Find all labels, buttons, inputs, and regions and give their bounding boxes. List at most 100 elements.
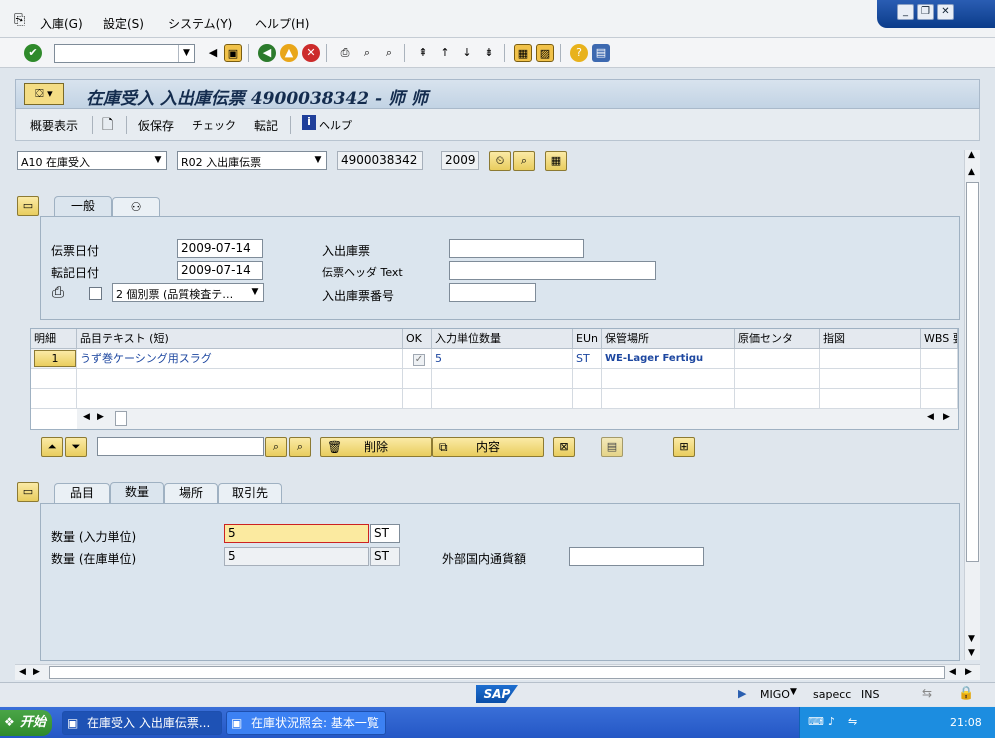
- column-header[interactable]: 品目テキスト (短): [77, 329, 403, 349]
- scroll-left-icon[interactable]: ◀: [949, 667, 956, 677]
- close-icon[interactable]: ✕: [937, 4, 954, 20]
- chevron-down-icon[interactable]: ▼: [310, 152, 326, 169]
- first-page-icon[interactable]: ⇞: [414, 44, 432, 62]
- scroll-right-icon[interactable]: ▶: [33, 667, 40, 677]
- scroll-up-icon[interactable]: ▲: [968, 167, 975, 177]
- unit-cell[interactable]: ST: [573, 349, 602, 369]
- scroll-up-icon[interactable]: ▲: [968, 150, 975, 160]
- task-goods-receipt[interactable]: ▣ 在庫受入 入出庫伝票...: [62, 711, 222, 735]
- bill-number-field[interactable]: [449, 283, 536, 302]
- exit-icon[interactable]: ▲: [280, 44, 298, 62]
- tab-material[interactable]: 品目: [54, 483, 110, 503]
- checkmark-icon[interactable]: ✓: [413, 354, 425, 366]
- help-button[interactable]: ヘルプ: [319, 117, 352, 133]
- collapse-detail-icon[interactable]: ▭: [17, 482, 39, 502]
- line-number-button[interactable]: 1: [34, 350, 76, 367]
- grid-horizontal-scrollbar[interactable]: ◀ ▶ ◀ ▶: [77, 409, 958, 429]
- scroll-down-icon[interactable]: ▼: [968, 634, 975, 644]
- scroll-thumb[interactable]: [115, 411, 127, 426]
- find-next-icon[interactable]: ⌕: [289, 437, 311, 457]
- print-icon[interactable]: ⎙: [336, 44, 354, 62]
- menu-goods-receipt[interactable]: 入庫(G): [40, 15, 83, 32]
- column-header[interactable]: OK: [403, 329, 432, 349]
- order-cell[interactable]: [820, 349, 921, 369]
- add-item-icon[interactable]: ⊞: [673, 437, 695, 457]
- grid-icon[interactable]: ▦: [545, 151, 567, 171]
- scroll-right-icon[interactable]: ▶: [965, 667, 972, 677]
- info-icon[interactable]: i: [302, 115, 316, 130]
- transaction-code[interactable]: MIGO: [760, 688, 790, 701]
- check-button[interactable]: チェック: [192, 117, 236, 133]
- task-stock-overview[interactable]: ▣ 在庫状況照会: 基本一覧: [226, 711, 386, 735]
- chevron-down-icon[interactable]: ▼: [790, 687, 797, 697]
- horizontal-scrollbar[interactable]: ◀ ▶ ◀ ▶: [15, 664, 980, 680]
- help-icon[interactable]: ?: [570, 44, 588, 62]
- print-checkbox[interactable]: [89, 287, 102, 300]
- scroll-right-icon[interactable]: ▶: [943, 412, 950, 422]
- chevron-down-icon[interactable]: ▼: [178, 45, 194, 62]
- post-button[interactable]: 転記: [254, 117, 278, 134]
- column-header[interactable]: 保管場所: [602, 329, 735, 349]
- search-help-icon[interactable]: ⌕: [513, 151, 535, 171]
- ext-amount-field[interactable]: [569, 547, 704, 566]
- clock[interactable]: 21:08: [950, 716, 982, 729]
- cost-center-cell[interactable]: [735, 349, 820, 369]
- previous-page-icon[interactable]: ↑: [436, 44, 454, 62]
- column-header[interactable]: 指図: [820, 329, 921, 349]
- new-document-icon[interactable]: 🗋: [102, 114, 113, 138]
- collapse-header-icon[interactable]: ▭: [17, 196, 39, 216]
- header-text-field[interactable]: [449, 261, 656, 280]
- restore-icon[interactable]: ❐: [917, 4, 934, 20]
- qty-entry-field[interactable]: 5: [224, 524, 369, 543]
- insert-mode[interactable]: INS: [861, 688, 879, 701]
- command-field[interactable]: ▼: [54, 44, 195, 63]
- window-menu-icon[interactable]: ⎘: [14, 12, 25, 28]
- column-header[interactable]: 入力単位数量: [432, 329, 573, 349]
- doc-date-field[interactable]: 2009-07-14: [177, 239, 263, 258]
- row-selector[interactable]: 1: [31, 349, 77, 369]
- back-arrow-icon[interactable]: ◀: [204, 44, 222, 62]
- sort-icon[interactable]: ⏶: [41, 437, 63, 457]
- column-header[interactable]: 原価センタ: [735, 329, 820, 349]
- select-all-icon[interactable]: ⊠: [553, 437, 575, 457]
- layout-menu-icon[interactable]: ▤: [592, 44, 610, 62]
- ok-checkbox-cell[interactable]: ✓: [403, 349, 432, 369]
- year-field[interactable]: 2009: [441, 151, 479, 170]
- quantity-cell[interactable]: 5: [432, 349, 573, 369]
- document-number-field[interactable]: 4900038342: [337, 151, 423, 170]
- wbs-cell[interactable]: [921, 349, 958, 369]
- menu-system[interactable]: システム(Y): [168, 15, 232, 32]
- column-header[interactable]: EUn: [573, 329, 602, 349]
- overview-button[interactable]: 概要表示: [30, 117, 78, 134]
- scroll-left-icon[interactable]: ◀: [19, 667, 26, 677]
- post-date-field[interactable]: 2009-07-14: [177, 261, 263, 280]
- item-search-input[interactable]: [97, 437, 264, 456]
- input-method-icon[interactable]: ⌨: [808, 715, 824, 728]
- deselect-icon[interactable]: ▤: [601, 437, 623, 457]
- find-icon[interactable]: ⌕: [358, 44, 376, 62]
- menu-help[interactable]: ヘルプ(H): [255, 15, 309, 32]
- scroll-down-icon[interactable]: ▼: [968, 648, 975, 658]
- scroll-thumb[interactable]: [966, 182, 979, 562]
- save-icon[interactable]: ▣: [224, 44, 242, 62]
- app-menu-icon[interactable]: ⛋ ▾: [24, 83, 64, 105]
- shortcut-icon[interactable]: ▨: [536, 44, 554, 62]
- reference-document-select[interactable]: R02 入出庫伝票 ▼: [177, 151, 327, 170]
- tab-quantity[interactable]: 数量: [110, 482, 164, 504]
- vertical-scrollbar[interactable]: ▲ ▲ ▼ ▼: [964, 150, 980, 660]
- scroll-thumb[interactable]: [49, 666, 945, 679]
- tray-icon[interactable]: ♪: [828, 715, 835, 728]
- scroll-left-icon[interactable]: ◀: [927, 412, 934, 422]
- column-header[interactable]: WBS 要: [921, 329, 958, 349]
- minimize-icon[interactable]: _: [897, 4, 914, 20]
- filter-icon[interactable]: ⏷: [65, 437, 87, 457]
- next-page-icon[interactable]: ↓: [458, 44, 476, 62]
- scroll-right-icon[interactable]: ▶: [97, 412, 104, 422]
- lock-icon[interactable]: 🔒: [958, 686, 974, 701]
- chevron-down-icon[interactable]: ▼: [247, 284, 263, 301]
- tab-partner[interactable]: 取引先: [218, 483, 282, 503]
- hold-button[interactable]: 仮保存: [138, 117, 174, 134]
- qty-entry-unit-field[interactable]: ST: [370, 524, 400, 543]
- storage-location-cell[interactable]: WE-Lager Fertigu: [602, 349, 735, 369]
- find-icon[interactable]: ⌕: [265, 437, 287, 457]
